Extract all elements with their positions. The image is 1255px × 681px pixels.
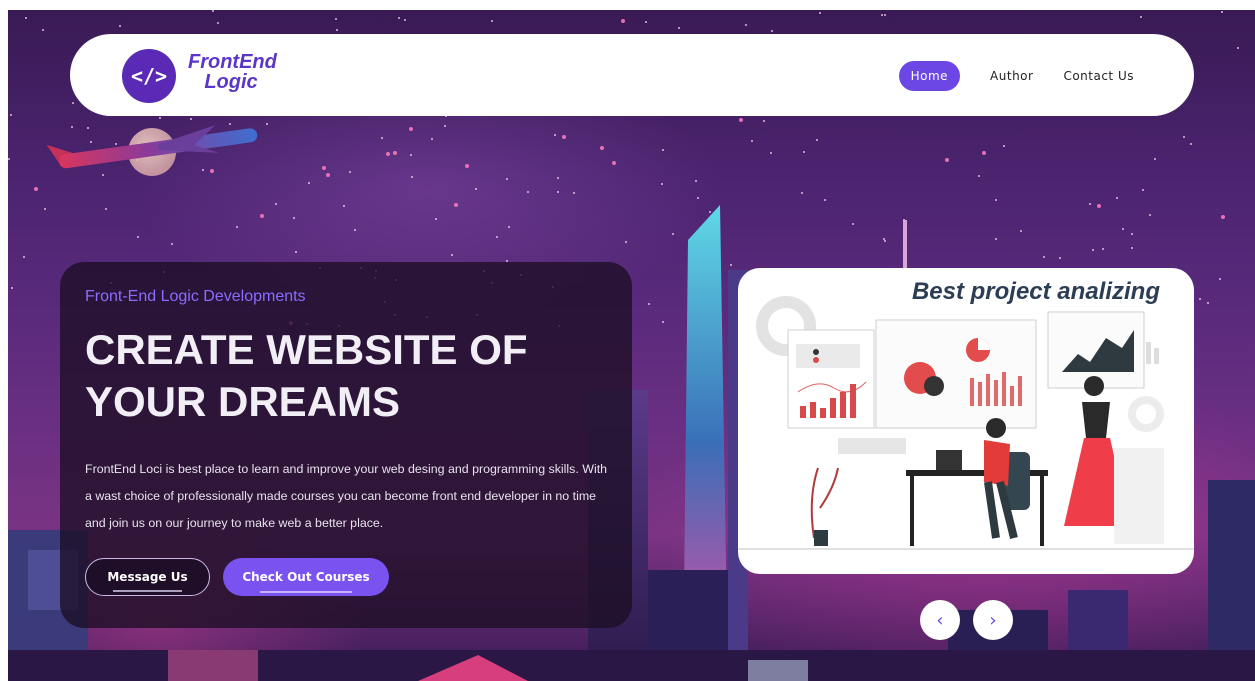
nav-home[interactable]: Home xyxy=(898,61,961,91)
chevron-right-icon: › xyxy=(989,609,997,631)
main-nav: Home Author Contact Us xyxy=(898,61,1134,91)
check-out-courses-button[interactable]: Check Out Courses xyxy=(223,558,389,596)
slider-prev-button[interactable]: ‹ xyxy=(920,600,960,640)
hero-card: Front-End Logic Developments CREATE WEBS… xyxy=(60,262,632,628)
site-header: </> FrontEnd Logic Home Author Contact U… xyxy=(70,34,1194,116)
logo-icon[interactable]: </> xyxy=(122,49,176,103)
analytics-illustration xyxy=(738,296,1194,550)
nav-author[interactable]: Author xyxy=(990,61,1033,91)
hero-subtitle: Front-End Logic Developments xyxy=(85,288,306,305)
brand-name[interactable]: FrontEnd Logic xyxy=(188,51,277,93)
hero-description: FrontEnd Loci is best place to learn and… xyxy=(85,462,608,530)
nav-contact-us[interactable]: Contact Us xyxy=(1063,61,1134,91)
hero-title-line1: CREATE WEBSITE OF xyxy=(85,326,528,373)
chevron-left-icon: ‹ xyxy=(936,609,944,631)
illustration-card: Best project analizing xyxy=(738,268,1194,574)
message-us-button[interactable]: Message Us xyxy=(85,558,210,596)
hero-title-line2: YOUR DREAMS xyxy=(85,378,401,425)
brand-name-line1: FrontEnd xyxy=(188,51,277,73)
hero-title: CREATE WEBSITE OF YOUR DREAMS xyxy=(85,324,585,428)
brand-name-line2: Logic xyxy=(204,71,258,93)
slider-next-button[interactable]: › xyxy=(973,600,1013,640)
